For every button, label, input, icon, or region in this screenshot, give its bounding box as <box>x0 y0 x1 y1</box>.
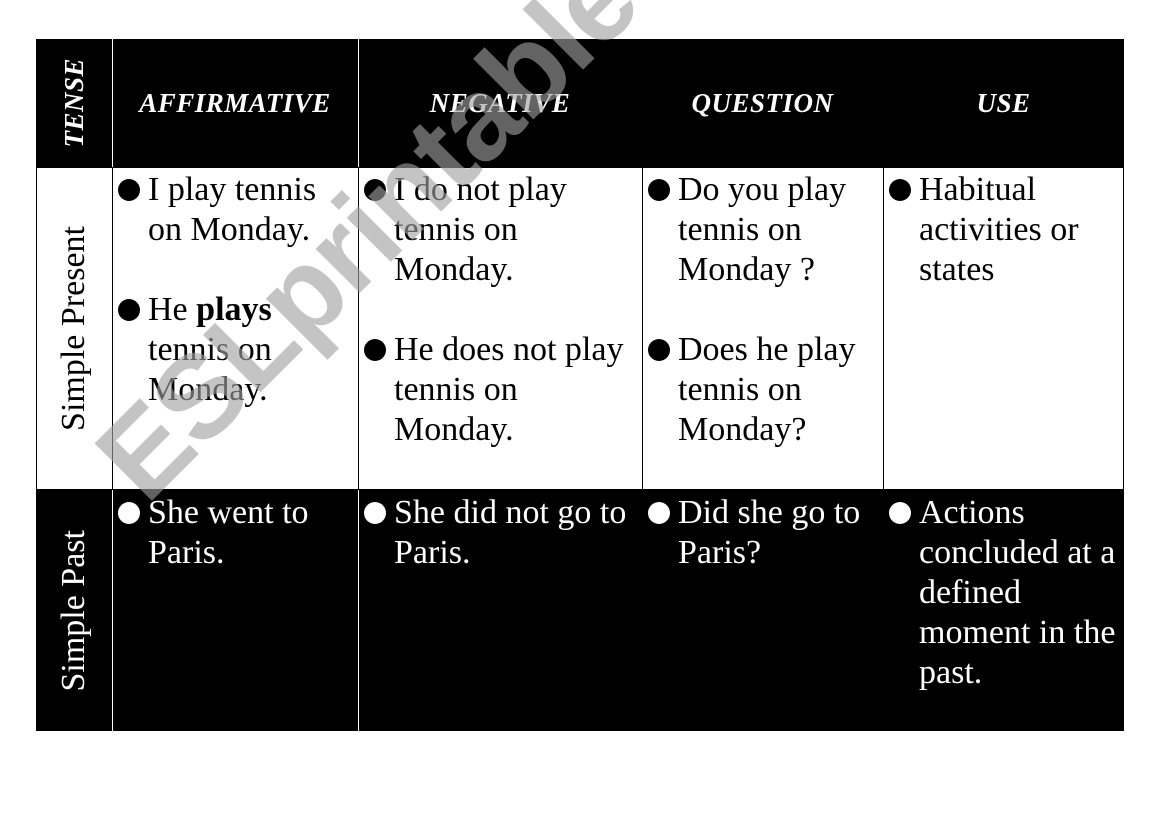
header-question-label: QUESTION <box>691 87 834 118</box>
header-affirmative-label: AFFIRMATIVE <box>139 87 331 118</box>
bullet-icon <box>364 502 386 524</box>
tense-label: Simple Present <box>55 226 92 431</box>
simple-present-question: Do you play tennis on Monday ? Does he p… <box>642 167 883 490</box>
list-item: Did she go to Paris? <box>648 493 879 573</box>
item-text: She did not go to Paris. <box>394 494 627 571</box>
divider <box>112 39 113 167</box>
simple-present-affirmative: I play tennis on Monday. He plays tennis… <box>112 167 358 490</box>
list-item: Habitual activities or states <box>889 170 1120 290</box>
simple-past-affirmative: She went to Paris. <box>112 490 358 731</box>
divider <box>112 167 113 490</box>
list-item: Actions concluded at a defined moment in… <box>889 493 1120 693</box>
divider <box>883 167 884 490</box>
header-tense-label: TENSE <box>58 58 89 148</box>
header-negative-label: NEGATIVE <box>429 87 571 118</box>
header-question: QUESTION <box>642 39 883 167</box>
list-item: She did not go to Paris. <box>364 493 638 573</box>
item-text: Actions concluded at a defined moment in… <box>919 494 1116 691</box>
simple-present-negative: I do not play tennis on Monday. He does … <box>358 167 642 490</box>
bullet-icon <box>648 339 670 361</box>
item-text: He plays tennis on Monday. <box>148 291 272 408</box>
row-simple-present-tense: Simple Present <box>36 167 112 490</box>
header-use-label: USE <box>976 87 1031 118</box>
item-text: He does not play tennis on Monday. <box>394 331 624 448</box>
simple-past-question: Did she go to Paris? <box>642 490 883 731</box>
divider <box>358 167 359 490</box>
bullet-icon <box>648 179 670 201</box>
bullet-icon <box>364 179 386 201</box>
simple-past-use: Actions concluded at a defined moment in… <box>883 490 1124 731</box>
list-item: I play tennis on Monday. <box>118 170 354 250</box>
divider <box>358 39 359 167</box>
list-item: He does not play tennis on Monday. <box>364 330 638 450</box>
header-negative: NEGATIVE <box>358 39 642 167</box>
bullet-icon <box>889 179 911 201</box>
divider <box>112 490 113 731</box>
list-item: I do not play tennis on Monday. <box>364 170 638 290</box>
bullet-icon <box>889 502 911 524</box>
list-item: She went to Paris. <box>118 493 354 573</box>
list-item: He plays tennis on Monday. <box>118 290 354 410</box>
divider <box>358 490 359 731</box>
item-text: Did she go to Paris? <box>678 494 861 571</box>
item-text: Habitual activities or states <box>919 171 1079 288</box>
list-item: Does he play tennis on Monday? <box>648 330 879 450</box>
header-tense: TENSE <box>36 39 112 167</box>
bullet-icon <box>648 502 670 524</box>
item-text: I play tennis on Monday. <box>148 171 317 248</box>
item-text: She went to Paris. <box>148 494 309 571</box>
emphasized-verb: plays <box>196 291 272 328</box>
item-text: Do you play tennis on Monday ? <box>678 171 847 288</box>
divider <box>642 167 643 490</box>
bullet-icon <box>118 502 140 524</box>
row-simple-past-tense: Simple Past <box>36 490 112 731</box>
bullet-icon <box>364 339 386 361</box>
item-text: Does he play tennis on Monday? <box>678 331 856 448</box>
tense-table: TENSE AFFIRMATIVE NEGATIVE QUESTION USE … <box>36 39 1124 731</box>
bullet-icon <box>118 299 140 321</box>
bullet-icon <box>118 179 140 201</box>
header-use: USE <box>883 39 1124 167</box>
simple-past-negative: She did not go to Paris. <box>358 490 642 731</box>
simple-present-use: Habitual activities or states <box>883 167 1124 490</box>
tense-label: Simple Past <box>55 529 92 692</box>
list-item: Do you play tennis on Monday ? <box>648 170 879 290</box>
item-text: I do not play tennis on Monday. <box>394 171 567 288</box>
header-affirmative: AFFIRMATIVE <box>112 39 358 167</box>
